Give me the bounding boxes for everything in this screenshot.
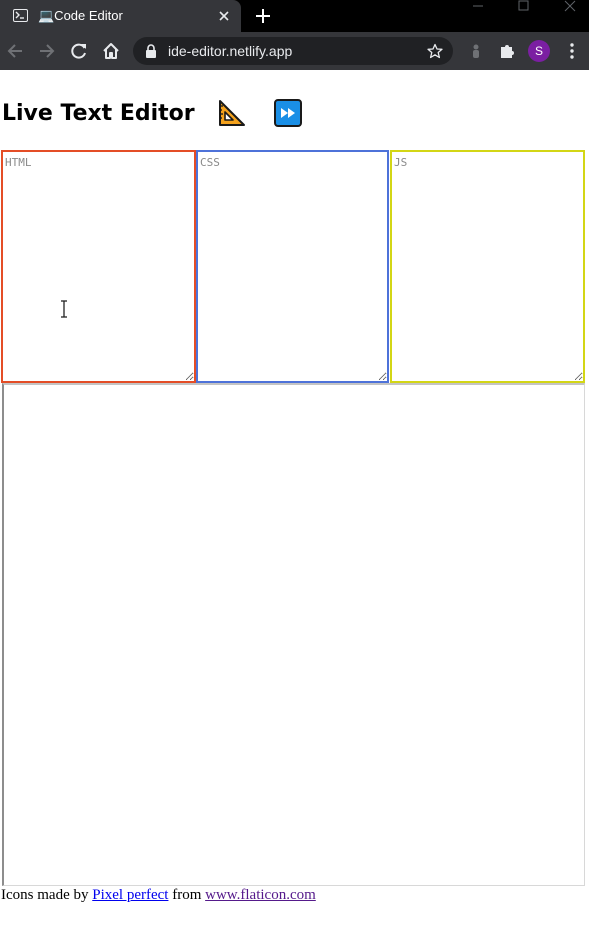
page-title: Live Text Editor [2, 100, 195, 126]
author-link[interactable]: Pixel perfect [92, 887, 168, 903]
output-preview-frame[interactable] [2, 383, 585, 886]
header: Live Text Editor [2, 98, 303, 132]
reload-icon[interactable] [69, 41, 89, 61]
tab-title: 💻Code Editor [38, 8, 123, 23]
minimize-window-icon[interactable] [466, 0, 490, 14]
browser-tab[interactable]: 💻Code Editor [0, 0, 241, 32]
flaticon-link[interactable]: www.flaticon.com [205, 887, 316, 903]
media-control-icon[interactable] [466, 41, 486, 61]
extensions-puzzle-icon[interactable] [497, 41, 517, 61]
terminal-favicon-icon [13, 9, 28, 22]
bookmark-star-icon[interactable] [427, 43, 443, 59]
lock-icon[interactable] [145, 44, 157, 58]
page-content: Live Text Editor Icons made by Pixel per… [0, 70, 589, 932]
html-editor[interactable] [1, 150, 196, 383]
new-tab-icon[interactable] [254, 7, 272, 25]
browser-toolbar: ide-editor.netlify.app S [0, 32, 589, 70]
icon-attribution: Icons made by Pixel perfect from www.fla… [1, 887, 316, 904]
profile-avatar[interactable]: S [528, 40, 550, 62]
triangular-ruler-icon[interactable] [217, 98, 247, 128]
close-window-icon[interactable] [558, 0, 582, 14]
url-text[interactable]: ide-editor.netlify.app [168, 43, 292, 59]
forward-arrow-icon[interactable] [37, 41, 57, 61]
css-editor[interactable] [196, 150, 389, 383]
attribution-middle: from [172, 887, 202, 903]
text-cursor-icon [61, 300, 67, 318]
maximize-window-icon[interactable] [512, 0, 536, 14]
attribution-prefix: Icons made by [1, 887, 89, 903]
back-arrow-icon[interactable] [5, 41, 25, 61]
address-bar[interactable]: ide-editor.netlify.app [133, 37, 453, 65]
home-icon[interactable] [101, 41, 121, 61]
close-tab-icon[interactable] [216, 8, 232, 24]
fast-forward-icon[interactable] [273, 98, 303, 128]
js-editor[interactable] [390, 150, 585, 383]
tab-strip: 💻Code Editor [0, 0, 589, 32]
browser-menu-icon[interactable] [566, 42, 578, 60]
